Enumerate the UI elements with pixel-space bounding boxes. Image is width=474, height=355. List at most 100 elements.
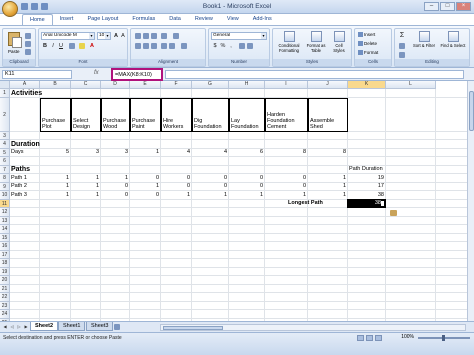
row-header[interactable]: 16 — [0, 242, 10, 251]
align-center-icon[interactable] — [143, 43, 149, 49]
align-left-icon[interactable] — [135, 43, 141, 49]
row-header[interactable]: 18 — [0, 259, 10, 268]
column-header[interactable]: H — [229, 81, 265, 89]
path-label[interactable]: Path 2 — [11, 183, 38, 190]
font-color-icon[interactable]: A — [89, 43, 95, 49]
sheet-tab-sheet2[interactable]: Sheet2 — [30, 322, 59, 331]
align-right-icon[interactable] — [151, 43, 157, 49]
underline-icon[interactable]: U — [58, 43, 64, 49]
row-header[interactable]: 19 — [0, 267, 10, 276]
path-duration-cell[interactable]: 17 — [349, 183, 384, 190]
worksheet-grid[interactable]: A B C D E F G H I J K L 1 2 3 4 5 6 7 8 9 10 11 12 13 14 15 16 17 18 1… — [0, 81, 467, 321]
row-header[interactable]: 23 — [0, 301, 10, 310]
days-value-cell[interactable]: 3 — [102, 149, 128, 156]
maximize-button[interactable]: □ — [440, 2, 455, 11]
zoom-level[interactable]: 100% — [401, 334, 414, 340]
tab-insert[interactable]: Insert — [53, 14, 81, 25]
path-value-cell[interactable]: 1 — [41, 175, 69, 182]
row-header[interactable]: 12 — [0, 208, 10, 217]
align-top-icon[interactable] — [135, 33, 141, 39]
path-value-cell[interactable]: 1 — [102, 175, 128, 182]
column-header[interactable]: E — [130, 81, 161, 89]
decrease-indent-icon[interactable] — [161, 43, 167, 49]
column-header[interactable]: A — [10, 81, 40, 89]
sort-filter-button[interactable]: Sort & Filter — [411, 31, 437, 48]
row-header[interactable]: 24 — [0, 310, 10, 319]
row-header[interactable]: 3 — [0, 131, 10, 140]
row-header[interactable]: 13 — [0, 216, 10, 225]
horizontal-scroll-thumb[interactable] — [163, 326, 223, 330]
path-value-cell[interactable]: 1 — [131, 183, 159, 190]
italic-icon[interactable]: I — [50, 43, 56, 49]
row-header[interactable]: 8 — [0, 174, 10, 183]
shrink-font-icon[interactable]: A — [120, 33, 126, 39]
days-value-cell[interactable]: 8 — [266, 149, 306, 156]
tab-review[interactable]: Review — [188, 14, 220, 25]
path-duration-cell[interactable]: 38 — [349, 192, 384, 199]
activity-header-cell[interactable]: Purchase Wood — [101, 97, 130, 132]
row-header[interactable]: 20 — [0, 276, 10, 285]
clear-icon[interactable] — [399, 52, 405, 58]
path-label[interactable]: Path 3 — [11, 192, 38, 199]
days-value-cell[interactable]: 4 — [193, 149, 227, 156]
zoom-slider[interactable] — [418, 335, 470, 341]
column-header[interactable]: J — [308, 81, 348, 89]
tab-home[interactable]: Home — [22, 14, 53, 25]
insert-function-icon[interactable]: fx — [94, 70, 99, 76]
format-cells-button[interactable]: Format — [358, 50, 378, 55]
chevron-down-icon[interactable]: ▾ — [105, 33, 110, 39]
activity-header-cell[interactable]: Hire Workers — [161, 97, 192, 132]
days-value-cell[interactable]: 6 — [230, 149, 263, 156]
column-header[interactable]: G — [192, 81, 229, 89]
chevron-down-icon[interactable]: ▾ — [89, 33, 94, 39]
merge-center-icon[interactable] — [181, 43, 187, 49]
path-label[interactable]: Path 1 — [11, 175, 38, 182]
path-value-cell[interactable]: 1 — [72, 175, 99, 182]
path-value-cell[interactable]: 1 — [309, 192, 346, 199]
close-button[interactable]: × — [456, 2, 471, 11]
path-value-cell[interactable]: 1 — [72, 192, 99, 199]
font-size-combo[interactable]: 10 ▾ — [97, 32, 111, 40]
number-format-combo[interactable]: General ▾ — [211, 32, 267, 40]
path-value-cell[interactable]: 1 — [309, 183, 346, 190]
horizontal-scrollbar[interactable] — [160, 324, 466, 331]
minimize-button[interactable]: – — [424, 2, 439, 11]
path-value-cell[interactable]: 0 — [230, 175, 263, 182]
find-select-button[interactable]: Find & Select — [440, 31, 466, 48]
tab-view[interactable]: View — [220, 14, 246, 25]
activity-header-cell[interactable]: Assemble Shed — [308, 97, 348, 132]
path-value-cell[interactable]: 1 — [230, 192, 263, 199]
name-box[interactable]: K11 — [2, 70, 72, 79]
formula-input[interactable]: =MAX(K8:K10) — [111, 68, 163, 81]
autosum-icon[interactable]: Σ — [399, 32, 405, 39]
orientation-icon[interactable] — [161, 33, 167, 39]
path-value-cell[interactable]: 0 — [131, 175, 159, 182]
next-sheet-icon[interactable]: ▷ — [16, 324, 22, 330]
delete-cells-button[interactable]: Delete — [358, 41, 377, 46]
last-sheet-icon[interactable]: ▶ — [23, 324, 29, 330]
increase-indent-icon[interactable] — [169, 43, 175, 49]
paste-icon[interactable] — [8, 32, 22, 48]
prev-sheet-icon[interactable]: ◁ — [9, 324, 15, 330]
insert-sheet-icon[interactable] — [114, 324, 120, 330]
format-painter-icon[interactable] — [25, 49, 31, 55]
vertical-scrollbar[interactable] — [467, 81, 474, 321]
sheet-tab-sheet3[interactable]: Sheet3 — [86, 322, 114, 331]
bold-icon[interactable]: B — [42, 43, 48, 49]
row-header[interactable]: 15 — [0, 233, 10, 242]
vertical-scroll-thumb[interactable] — [469, 91, 474, 131]
days-label[interactable]: Days — [11, 149, 38, 156]
column-header[interactable]: F — [161, 81, 192, 89]
row-header[interactable]: 1 — [0, 89, 10, 98]
path-value-cell[interactable]: 1 — [72, 183, 99, 190]
align-middle-icon[interactable] — [143, 33, 149, 39]
activity-header-cell[interactable]: Select Design — [71, 97, 101, 132]
increase-decimal-icon[interactable] — [239, 43, 245, 49]
path-value-cell[interactable]: 0 — [266, 183, 306, 190]
path-value-cell[interactable]: 0 — [266, 175, 306, 182]
longest-path-value[interactable]: 38 — [349, 200, 381, 207]
path-value-cell[interactable]: 0 — [193, 175, 227, 182]
path-duration-cell[interactable]: 19 — [349, 175, 384, 182]
fill-icon[interactable] — [399, 43, 405, 49]
paste-button-label[interactable]: Paste — [8, 49, 20, 54]
